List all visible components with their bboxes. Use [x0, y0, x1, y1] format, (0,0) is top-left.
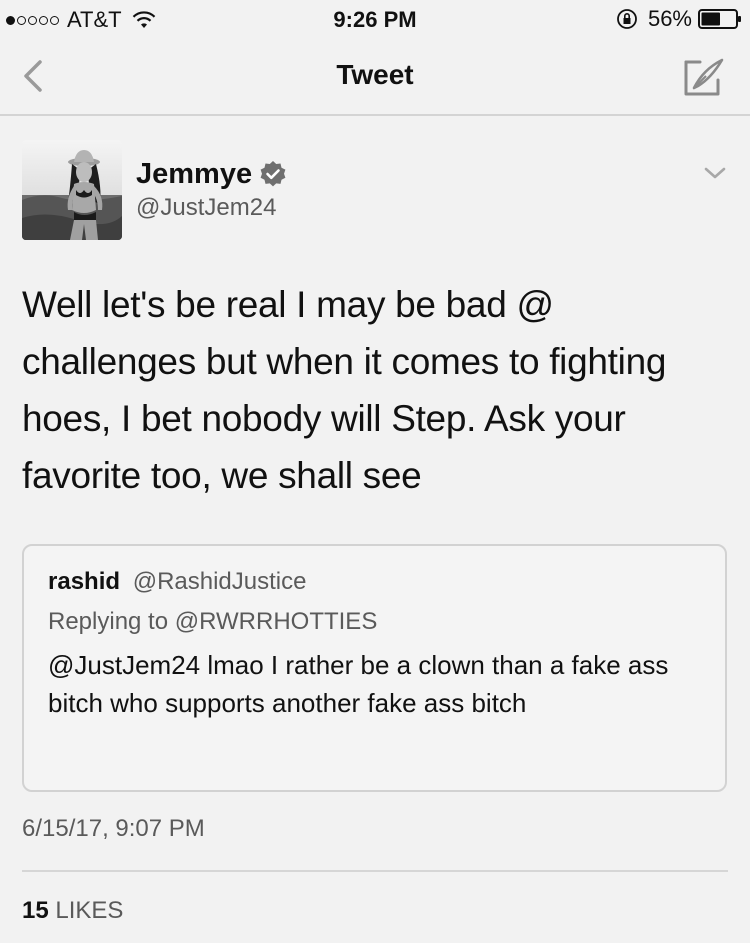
author-name[interactable]: Jemmye [136, 158, 252, 191]
avatar[interactable] [22, 140, 122, 240]
tweet-timestamp: 6/15/17, 9:07 PM [22, 815, 205, 842]
battery-icon [698, 9, 741, 29]
quoted-author-name: rashid [48, 568, 121, 595]
quoted-replying-to: Replying to @RWRRHOTTIES [48, 608, 378, 635]
page-title: Tweet [336, 59, 414, 90]
verified-badge-icon [260, 161, 286, 187]
likes-number: 15 [22, 897, 49, 924]
battery-percentage: 56% [647, 6, 692, 31]
author-handle[interactable]: @JustJem24 [136, 194, 276, 222]
divider [22, 870, 728, 872]
navigation-bar: Tweet [0, 40, 750, 116]
likes-count[interactable]: 15 LIKES [22, 897, 123, 925]
quoted-author-handle: @RashidJustice [132, 568, 307, 595]
status-right: 56% [616, 6, 742, 32]
status-bar: AT&T 9:26 PM 56% [0, 0, 750, 40]
compose-tweet-icon[interactable] [680, 54, 728, 102]
quoted-tweet-card[interactable]: rashid @RashidJustice Replying to @RWRRH… [22, 544, 727, 792]
chevron-down-icon[interactable] [702, 164, 728, 182]
tweet-text: Well let's be real I may be bad @ challe… [22, 284, 667, 496]
orientation-lock-icon [617, 9, 637, 29]
quoted-tweet-text: @JustJem24 lmao I rather be a clown than… [48, 650, 669, 718]
quoted-tweet-header: rashid @RashidJustice [48, 568, 306, 596]
likes-label: LIKES [55, 897, 124, 924]
